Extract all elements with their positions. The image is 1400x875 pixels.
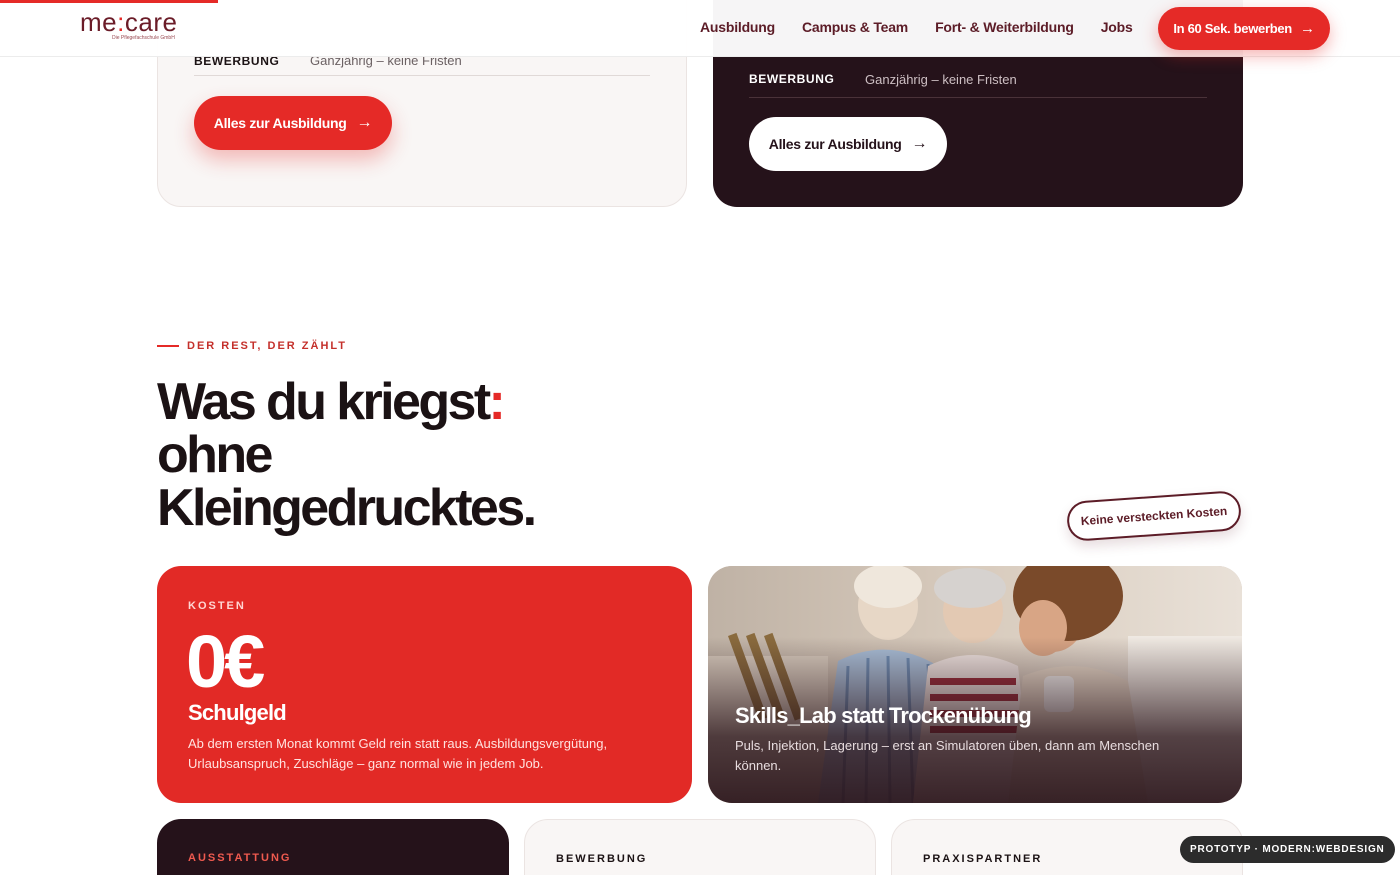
prototype-badge: PROTOTYP · MODERN:WEBDESIGN <box>1180 836 1395 863</box>
skills-lab-card: Skills_Lab statt Trockenübung Puls, Inje… <box>708 566 1242 803</box>
card-title: Skills_Lab statt Trockenübung <box>735 703 1032 728</box>
apply-cta-button[interactable]: In 60 Sek. bewerben → <box>1158 7 1330 50</box>
nav-ausbildung[interactable]: Ausbildung <box>700 19 775 35</box>
bewerbung-card: BEWERBUNG <box>524 819 876 875</box>
ausbildung-details-button[interactable]: Alles zur Ausbildung → <box>749 117 947 171</box>
info-row: BEWERBUNG Ganzjährig – keine Fristen <box>749 61 1207 98</box>
nav-fort-weiterbildung[interactable]: Fort- & Weiterbildung <box>935 19 1074 35</box>
ausstattung-card: AUSSTATTUNG <box>157 819 509 875</box>
apply-cta-label: In 60 Sek. bewerben <box>1173 21 1292 36</box>
arrow-right-icon: → <box>356 114 373 131</box>
arrow-right-icon: → <box>1299 20 1315 37</box>
section-headline: Was du kriegst: ohne Kleingedrucktes. <box>157 373 537 537</box>
scroll-progress-bar <box>0 0 218 3</box>
arrow-right-icon: → <box>911 135 928 152</box>
kosten-amount: 0€ <box>186 620 265 703</box>
card-label: BEWERBUNG <box>556 853 648 865</box>
kosten-card: KOSTEN 0€ Schulgeld Ab dem ersten Monat … <box>157 566 692 803</box>
ausbildung-details-button[interactable]: Alles zur Ausbildung → <box>194 96 392 150</box>
no-hidden-costs-sticker: Keine versteckten Kosten <box>1065 489 1243 543</box>
info-row-key: BEWERBUNG <box>749 72 835 86</box>
card-description: Puls, Injektion, Lagerung – erst an Simu… <box>735 738 1160 773</box>
logo-wordmark: me:care <box>80 7 178 37</box>
button-label: Alles zur Ausbildung <box>768 136 902 152</box>
card-label: PRAXISPARTNER <box>923 853 1043 865</box>
card-label: KOSTEN <box>188 600 246 612</box>
main-nav: Ausbildung Campus & Team Fort- & Weiterb… <box>700 19 1160 35</box>
nav-jobs[interactable]: Jobs <box>1101 19 1133 35</box>
eyebrow-text: DER REST, DER ZÄHLT <box>187 340 348 352</box>
card-description: Ab dem ersten Monat kommt Geld rein stat… <box>188 736 608 771</box>
logo-tagline: Die Pflegefachschule GmbH <box>112 35 175 41</box>
site-header: me:care Die Pflegefachschule GmbH Ausbil… <box>0 0 1400 57</box>
section-eyebrow: DER REST, DER ZÄHLT <box>157 340 347 352</box>
card-label: AUSSTATTUNG <box>188 852 292 864</box>
nav-campus-team[interactable]: Campus & Team <box>802 19 908 35</box>
eyebrow-line <box>157 345 179 347</box>
logo[interactable]: me:care Die Pflegefachschule GmbH <box>80 8 177 41</box>
info-row-value: Ganzjährig – keine Fristen <box>865 71 1017 87</box>
button-label: Alles zur Ausbildung <box>213 115 347 131</box>
card-title: Schulgeld <box>188 700 287 725</box>
